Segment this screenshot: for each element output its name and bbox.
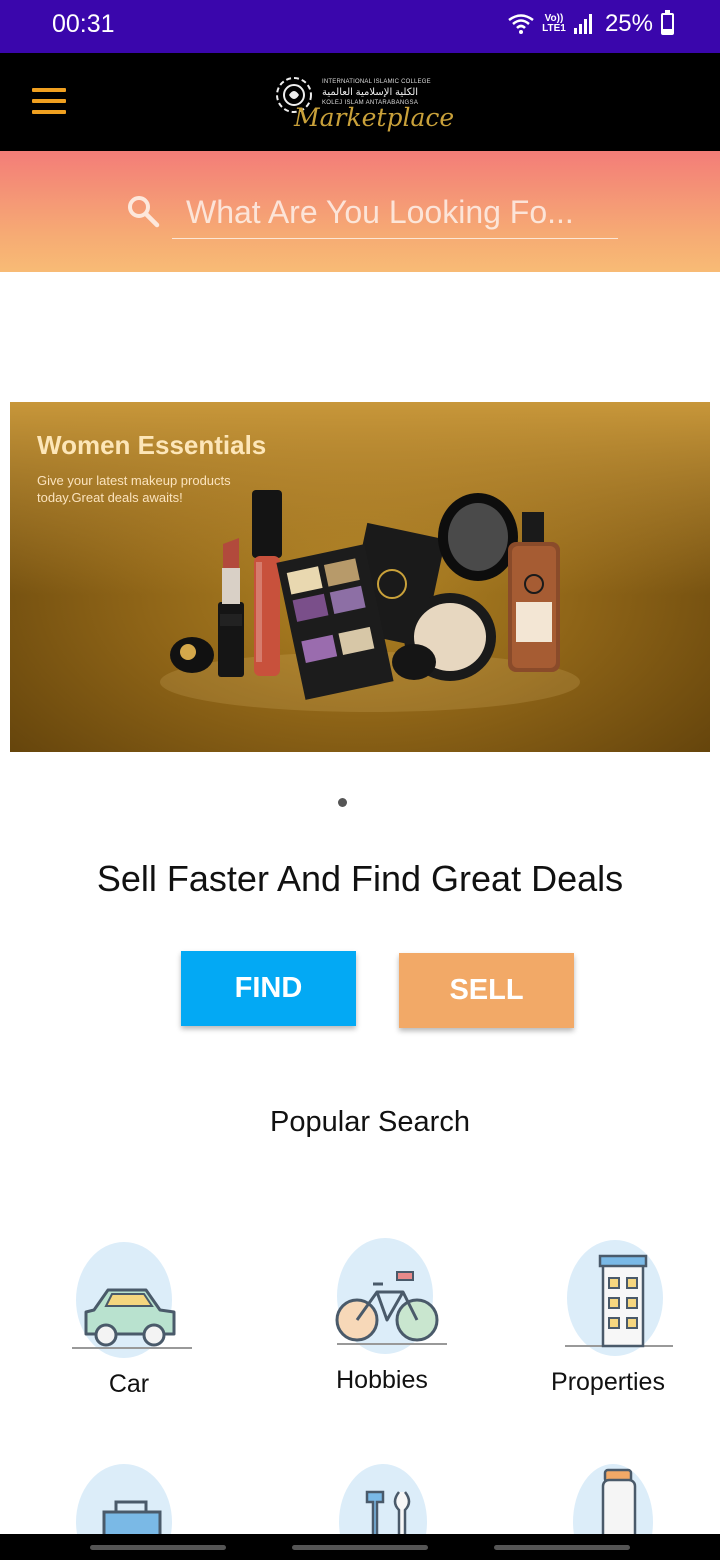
- status-icons: Vo)) LTE1 25%: [507, 10, 674, 38]
- logo-line-arabic: الكلية الإسلامية العالمية: [322, 87, 419, 98]
- category-properties[interactable]: Properties: [523, 1238, 693, 1397]
- system-navigation-bar: [0, 1534, 720, 1560]
- category-car[interactable]: Car: [44, 1240, 214, 1399]
- tagline: Sell Faster And Find Great Deals: [96, 858, 624, 899]
- category-label: Hobbies: [336, 1366, 428, 1394]
- nav-handle-center[interactable]: [292, 1545, 428, 1550]
- wifi-icon: [508, 14, 534, 34]
- banner-title: Women Essentials: [37, 430, 267, 460]
- promo-banner[interactable]: Women Essentials Give your latest makeup…: [10, 402, 710, 752]
- marketplace-logo[interactable]: INTERNATIONAL ISLAMIC COLLEGE الكلية الإ…: [274, 73, 454, 139]
- logo-marketplace-script: Marketplace: [294, 103, 455, 132]
- app-bar: INTERNATIONAL ISLAMIC COLLEGE الكلية الإ…: [0, 53, 720, 151]
- search-icon[interactable]: [126, 194, 160, 228]
- car-icon: [72, 1242, 192, 1358]
- nav-handle-left[interactable]: [90, 1545, 226, 1550]
- find-button[interactable]: FIND: [181, 951, 356, 1026]
- signal-icon: [573, 14, 592, 34]
- search-input[interactable]: [172, 187, 618, 239]
- sell-button[interactable]: SELL: [399, 953, 574, 1028]
- nav-handle-right[interactable]: [494, 1545, 630, 1550]
- building-icon: [565, 1240, 673, 1356]
- makeup-products-image: [160, 490, 580, 712]
- carousel-indicator[interactable]: [338, 798, 347, 807]
- status-time: 00:31: [52, 10, 115, 38]
- popular-search-title: Popular Search: [270, 1106, 470, 1138]
- category-hobbies[interactable]: Hobbies: [297, 1236, 467, 1395]
- hamburger-menu-icon[interactable]: [32, 88, 66, 114]
- lte-indicator: Vo)) LTE1: [542, 13, 566, 34]
- status-bar: 00:31 Vo)) LTE1 25%: [0, 0, 720, 53]
- category-label: Car: [108, 1370, 150, 1398]
- search-header: [0, 151, 720, 272]
- logo-line-english: INTERNATIONAL ISLAMIC COLLEGE: [322, 79, 431, 85]
- battery-percentage: 25%: [604, 10, 653, 37]
- bicycle-icon: [335, 1238, 447, 1354]
- category-label: Properties: [551, 1368, 665, 1396]
- battery-icon: [661, 10, 674, 35]
